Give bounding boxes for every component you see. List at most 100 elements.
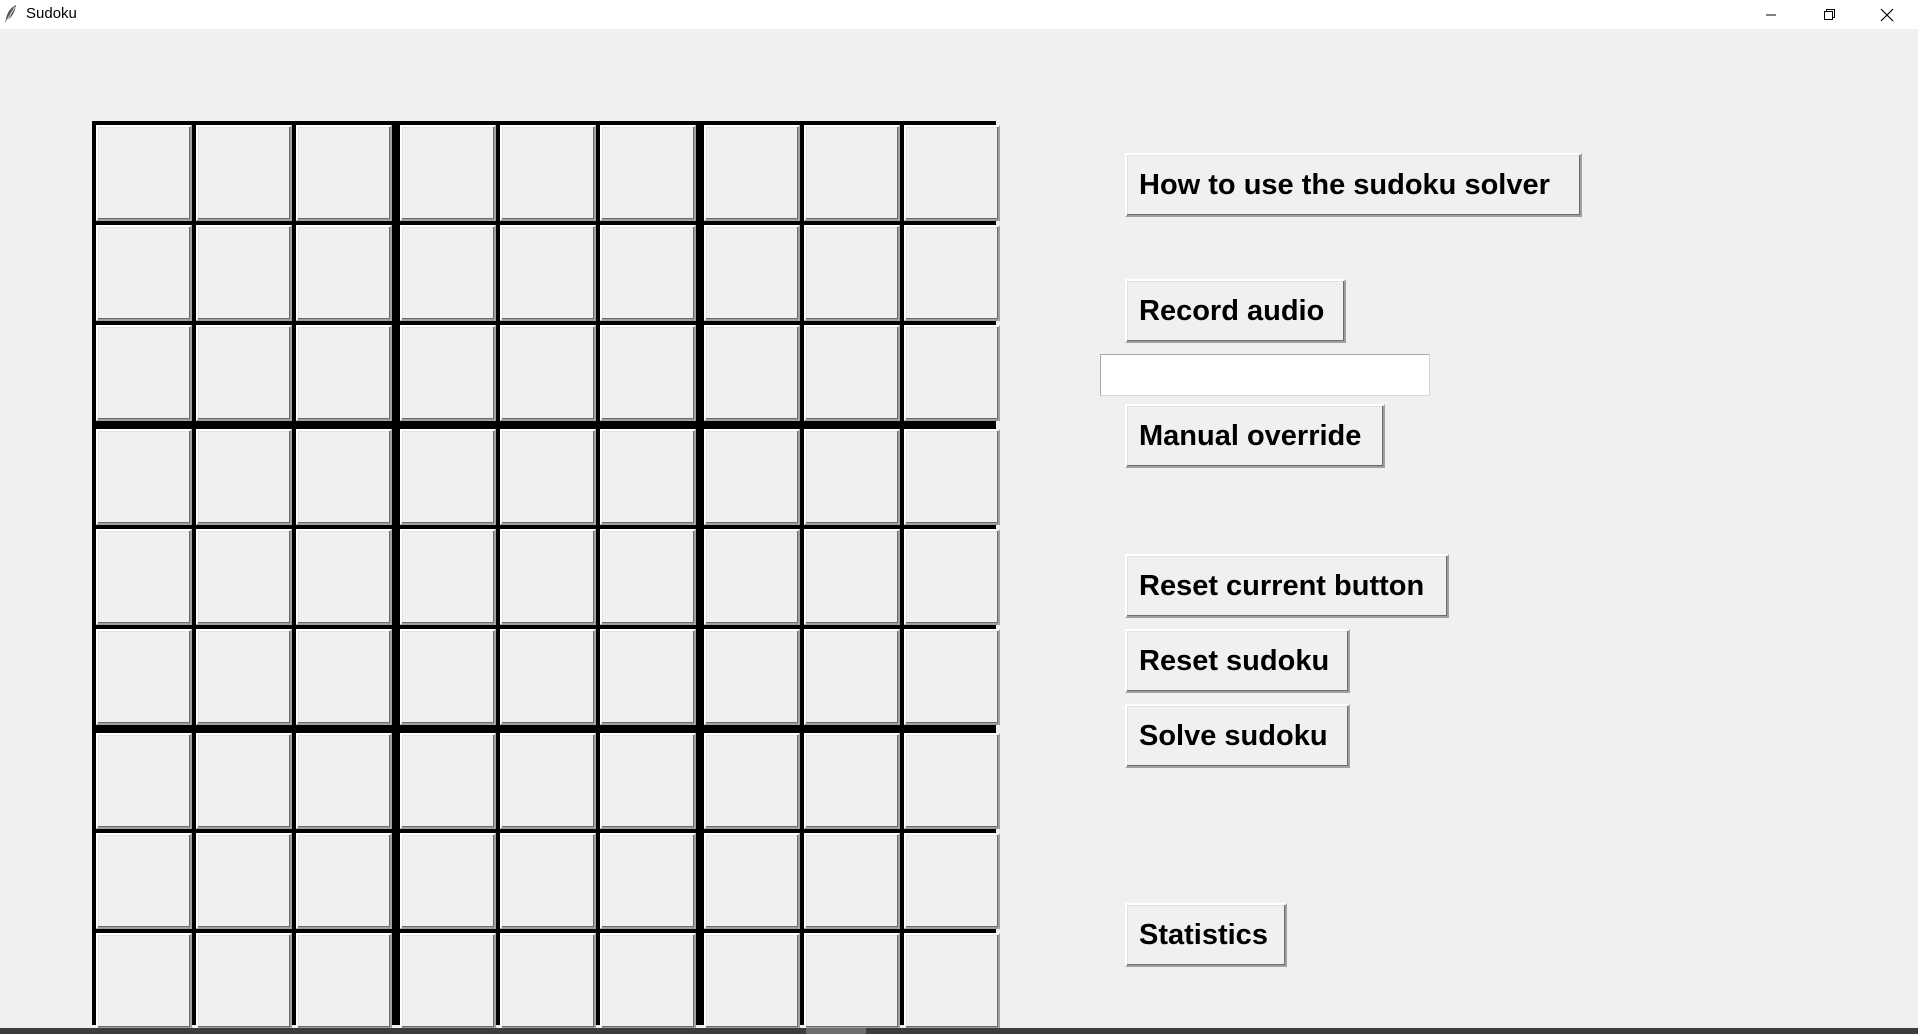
sudoku-cell[interactable] [904,629,1000,725]
sudoku-cell[interactable] [600,125,696,221]
sudoku-cell[interactable] [400,833,496,929]
sudoku-cell[interactable] [704,833,800,929]
restore-button[interactable] [1800,0,1858,29]
sudoku-cell[interactable] [704,629,800,725]
sudoku-cell[interactable] [904,833,1000,929]
sudoku-cell[interactable] [196,325,292,421]
sudoku-cell[interactable] [600,629,696,725]
sudoku-cell[interactable] [96,325,192,421]
sudoku-cell[interactable] [704,429,800,525]
sudoku-cell[interactable] [296,933,392,1029]
sudoku-cell[interactable] [500,429,596,525]
sudoku-cell[interactable] [904,125,1000,221]
sudoku-cell[interactable] [500,629,596,725]
sudoku-cell[interactable] [196,629,292,725]
sudoku-cell[interactable] [296,629,392,725]
sudoku-cell[interactable] [804,733,900,829]
override-input[interactable] [1100,354,1430,396]
sudoku-cell[interactable] [96,933,192,1029]
sudoku-cell[interactable] [296,429,392,525]
sudoku-cell[interactable] [400,125,496,221]
close-button[interactable] [1858,0,1916,29]
manual-override-button[interactable]: Manual override [1125,404,1385,468]
sudoku-cell[interactable] [804,125,900,221]
reset-current-button[interactable]: Reset current button [1125,554,1449,618]
reset-sudoku-button[interactable]: Reset sudoku [1125,629,1350,693]
sudoku-cell[interactable] [96,125,192,221]
sudoku-cell[interactable] [296,225,392,321]
close-icon [1880,8,1894,22]
sudoku-cell[interactable] [296,833,392,929]
sudoku-cell[interactable] [400,225,496,321]
sudoku-cell[interactable] [600,225,696,321]
sudoku-cell[interactable] [196,733,292,829]
sudoku-grid [92,121,1000,1029]
sudoku-cell[interactable] [704,125,800,221]
sudoku-cell[interactable] [96,833,192,929]
minimize-button[interactable] [1742,0,1800,29]
sudoku-cell[interactable] [600,325,696,421]
sudoku-cell[interactable] [400,933,496,1029]
sudoku-cell[interactable] [500,529,596,625]
solve-sudoku-button[interactable]: Solve sudoku [1125,704,1350,768]
sudoku-cell[interactable] [904,529,1000,625]
sudoku-cell[interactable] [804,629,900,725]
sudoku-cell[interactable] [804,833,900,929]
how-to-use-button[interactable]: How to use the sudoku solver [1125,153,1582,217]
sudoku-cell[interactable] [704,733,800,829]
window-title: Sudoku [26,5,77,22]
sudoku-cell[interactable] [804,225,900,321]
sudoku-cell[interactable] [400,629,496,725]
statistics-button[interactable]: Statistics [1125,903,1287,967]
sudoku-cell[interactable] [904,225,1000,321]
sudoku-cell[interactable] [804,933,900,1029]
sudoku-cell[interactable] [804,429,900,525]
sudoku-cell[interactable] [96,429,192,525]
sudoku-cell[interactable] [400,733,496,829]
sudoku-cell[interactable] [704,225,800,321]
sudoku-cell[interactable] [196,125,292,221]
restore-icon [1823,8,1836,21]
sudoku-cell[interactable] [500,933,596,1029]
sudoku-cell[interactable] [904,933,1000,1029]
sudoku-cell[interactable] [600,529,696,625]
sudoku-cell[interactable] [904,325,1000,421]
sudoku-cell[interactable] [804,529,900,625]
sudoku-cell[interactable] [96,629,192,725]
sudoku-cell[interactable] [196,933,292,1029]
sudoku-cell[interactable] [296,325,392,421]
sudoku-cell[interactable] [500,733,596,829]
sudoku-cell[interactable] [96,225,192,321]
sudoku-cell[interactable] [904,429,1000,525]
sudoku-cell[interactable] [296,529,392,625]
sudoku-cell[interactable] [804,325,900,421]
record-audio-button[interactable]: Record audio [1125,279,1346,343]
sudoku-cell[interactable] [296,733,392,829]
sudoku-cell[interactable] [400,429,496,525]
taskbar-item[interactable] [806,1028,866,1034]
sudoku-cell[interactable] [704,325,800,421]
sudoku-cell[interactable] [196,833,292,929]
feather-icon [4,4,18,24]
sudoku-cell[interactable] [196,225,292,321]
sudoku-cell[interactable] [500,225,596,321]
sudoku-cell[interactable] [196,529,292,625]
sudoku-cell[interactable] [96,529,192,625]
sudoku-cell[interactable] [196,429,292,525]
sudoku-cell[interactable] [600,933,696,1029]
sudoku-cell[interactable] [600,733,696,829]
sudoku-cell[interactable] [904,733,1000,829]
sudoku-cell[interactable] [704,933,800,1029]
sudoku-cell[interactable] [296,125,392,221]
sudoku-cell[interactable] [500,125,596,221]
sudoku-cell[interactable] [600,833,696,929]
sudoku-cell[interactable] [400,529,496,625]
sudoku-cell[interactable] [600,429,696,525]
sudoku-cell[interactable] [500,325,596,421]
sudoku-cell[interactable] [96,733,192,829]
title-bar[interactable]: Sudoku [0,0,1918,29]
sudoku-cell[interactable] [500,833,596,929]
taskbar-edge [0,1028,1918,1034]
sudoku-cell[interactable] [704,529,800,625]
sudoku-cell[interactable] [400,325,496,421]
